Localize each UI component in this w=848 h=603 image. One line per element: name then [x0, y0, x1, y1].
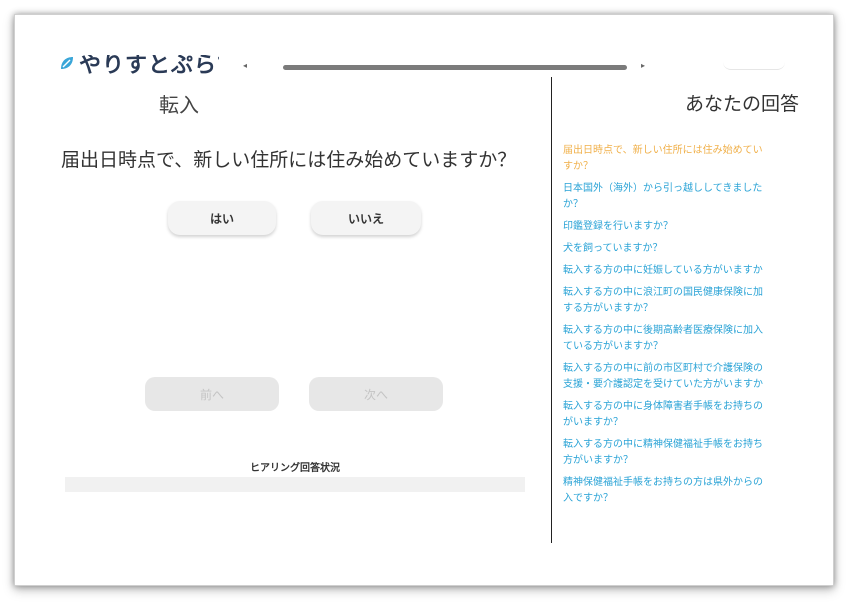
question-text: 届出日時点で、新しい住所には住み始めていますか？ — [61, 149, 517, 171]
scroll-right-arrow-icon[interactable]: ▸ — [641, 61, 645, 70]
answer-item[interactable]: 印鑑登録を行いますか？ — [563, 219, 789, 235]
hearing-status-title: ヒアリング回答状況 — [250, 463, 340, 474]
hearing-status-bar — [65, 477, 525, 492]
leaf-logo-icon — [61, 57, 73, 69]
app-logo[interactable]: やりすとぷらす — [59, 55, 219, 77]
header-menu-button[interactable] — [723, 55, 785, 70]
answer-item[interactable]: 転入する方の中に後期高齢者医療保険に加入 ている方がいますか？ — [563, 323, 789, 355]
answer-item[interactable]: 転入する方の中に浪江町の国民健康保険に加 する方がいますか？ — [563, 285, 789, 317]
answer-item[interactable]: 転入する方の中に身体障害者手帳をお持ちの がいますか？ — [563, 399, 789, 431]
app-window: やりすとぷらす ◂ ▸ 転入 届出日時点で、新しい住所には住み始めていますか？ … — [14, 14, 834, 586]
scroll-left-arrow-icon[interactable]: ◂ — [243, 61, 247, 70]
answer-item[interactable]: 犬を飼っていますか？ — [563, 241, 789, 257]
no-button[interactable]: いいえ — [311, 201, 421, 235]
prev-button[interactable]: 前へ — [145, 377, 279, 411]
answer-item[interactable]: 転入する方の中に妊娠している方がいますか — [563, 263, 789, 279]
next-button[interactable]: 次へ — [309, 377, 443, 411]
answer-item[interactable]: 転入する方の中に前の市区町村で介護保険の 支援・要介護認定を受けていた方がいます… — [563, 361, 789, 393]
answer-item[interactable]: 精神保健福祉手帳をお持ちの方は県外からの 入ですか？ — [563, 475, 789, 507]
panel-divider — [551, 77, 552, 543]
answers-panel-title: あなたの回答 — [685, 93, 800, 115]
horizontal-scrollbar-thumb[interactable] — [283, 65, 627, 70]
answer-item[interactable]: 届出日時点で、新しい住所には住み始めてい すか？ — [563, 143, 789, 175]
logo-text: やりすとぷらす — [79, 55, 219, 77]
answers-list: 届出日時点で、新しい住所には住み始めてい すか？ 日本国外（海外）から引っ越しし… — [563, 143, 789, 513]
page-title: 転入 — [159, 93, 199, 117]
answer-item[interactable]: 転入する方の中に精神保健福祉手帳をお持ち 方がいますか？ — [563, 437, 789, 469]
answer-item[interactable]: 日本国外（海外）から引っ越ししてきました か？ — [563, 181, 789, 213]
yes-button[interactable]: はい — [168, 201, 276, 235]
